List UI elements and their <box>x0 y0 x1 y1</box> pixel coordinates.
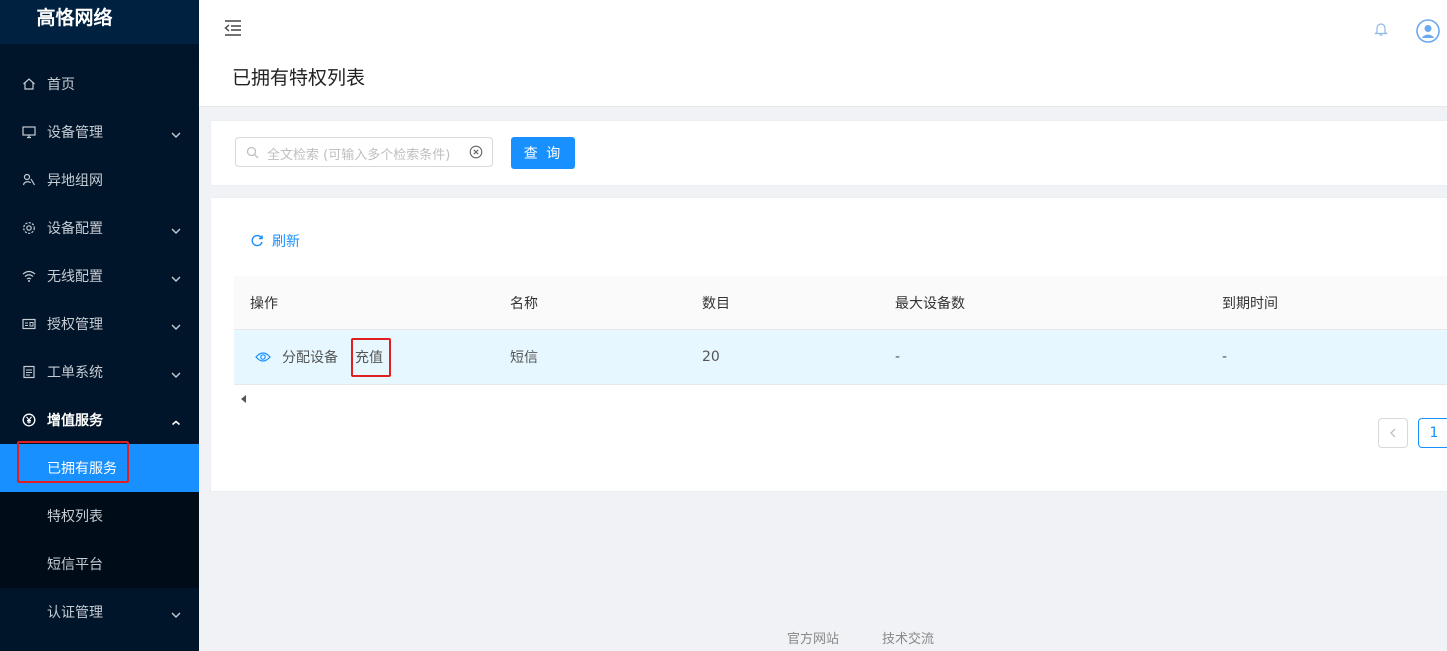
table-header: 操作 名称 数目 最大设备数 到期时间 <box>234 276 1447 330</box>
sidebar-item-value-added-services[interactable]: 增值服务 <box>0 396 199 444</box>
chevron-down-icon <box>171 223 181 239</box>
sidebar-item-label: 设备配置 <box>47 221 103 237</box>
search-input[interactable]: 全文检索 (可输入多个检索条件) <box>235 137 493 167</box>
sidebar-item-label: 设备管理 <box>47 125 103 141</box>
auth-icon <box>22 605 36 619</box>
sidebar-item-label: 工单系统 <box>47 365 103 381</box>
table-row: 分配设备 充值 短信 20 - - <box>234 330 1447 385</box>
sidebar-item-device-config[interactable]: 设备配置 <box>0 204 199 252</box>
sidebar-item-label: 增值服务 <box>47 413 103 429</box>
footer-link-tech-exchange[interactable]: 技术交流 <box>882 628 934 647</box>
query-button[interactable]: 查 询 <box>511 137 575 169</box>
sidebar-item-device-management[interactable]: 设备管理 <box>0 108 199 156</box>
search-placeholder: 全文检索 (可输入多个检索条件) <box>267 148 451 163</box>
column-header: 操作 <box>250 295 278 312</box>
highlight-box <box>17 441 129 483</box>
refresh-button[interactable]: 刷新 <box>250 231 300 251</box>
cell-count: 20 <box>702 349 720 365</box>
top-header <box>199 0 1447 60</box>
scroll-left-arrow-icon[interactable] <box>241 391 247 407</box>
home-icon <box>22 77 36 91</box>
search-card: 全文检索 (可输入多个检索条件) 查 询 <box>210 120 1447 186</box>
cell-max-devices: - <box>895 349 901 365</box>
column-header: 到期时间 <box>1222 295 1278 312</box>
sidebar-menu: 首页 设备管理 异地组网 设备配置 无线配置 授权管理 工单系统 增值服务 已拥… <box>0 60 199 636</box>
gear-icon <box>22 221 36 235</box>
column-header: 数目 <box>702 295 730 312</box>
sidebar-item-label: 无线配置 <box>47 269 103 285</box>
yen-icon <box>22 413 36 427</box>
chevron-down-icon <box>171 607 181 623</box>
sidebar-item-wireless-config[interactable]: 无线配置 <box>0 252 199 300</box>
sidebar-item-label: 异地组网 <box>47 173 103 189</box>
view-icon[interactable] <box>255 330 271 384</box>
clear-icon[interactable] <box>469 145 483 163</box>
chevron-left-icon <box>1390 428 1396 438</box>
user-avatar-icon[interactable] <box>1416 19 1440 47</box>
column-header: 最大设备数 <box>895 295 965 312</box>
sidebar-item-home[interactable]: 首页 <box>0 60 199 108</box>
sidebar-item-sms-platform[interactable]: 短信平台 <box>0 540 199 588</box>
pagination-page-1[interactable]: 1 <box>1418 418 1447 448</box>
chevron-up-icon <box>171 415 181 431</box>
bell-icon[interactable] <box>1374 21 1388 41</box>
wifi-icon <box>22 269 36 283</box>
refresh-label: 刷新 <box>272 234 300 250</box>
chevron-down-icon <box>171 367 181 383</box>
sidebar-item-label: 首页 <box>47 77 75 93</box>
network-icon <box>22 173 36 187</box>
highlight-box <box>351 338 391 377</box>
assign-device-link[interactable]: 分配设备 <box>282 330 338 384</box>
id-card-icon <box>22 317 36 331</box>
page-header: 已拥有特权列表 <box>199 60 1447 107</box>
cell-expire: - <box>1222 349 1228 365</box>
search-icon <box>246 146 259 163</box>
footer: 官方网站 技术交流 <box>199 628 1447 648</box>
sidebar-item-label: 短信平台 <box>47 557 103 573</box>
chevron-down-icon <box>171 127 181 143</box>
column-header: 名称 <box>510 295 538 312</box>
menu-fold-icon[interactable] <box>223 19 243 41</box>
sidebar: 高恪网络 首页 设备管理 异地组网 设备配置 无线配置 授权管理 工单系统 增值… <box>0 0 199 651</box>
sidebar-item-remote-network[interactable]: 异地组网 <box>0 156 199 204</box>
sidebar-item-label: 认证管理 <box>47 605 103 621</box>
sidebar-item-ticket-system[interactable]: 工单系统 <box>0 348 199 396</box>
cell-name: 短信 <box>510 350 538 366</box>
monitor-icon <box>22 125 36 139</box>
chevron-down-icon <box>171 271 181 287</box>
sidebar-item-privilege-list[interactable]: 特权列表 <box>0 492 199 540</box>
refresh-icon <box>251 234 263 247</box>
ticket-icon <box>22 365 36 379</box>
sidebar-item-label: 授权管理 <box>47 317 103 333</box>
sidebar-item-auth-management[interactable]: 认证管理 <box>0 588 199 636</box>
chevron-down-icon <box>171 319 181 335</box>
logo: 高恪网络 <box>0 0 199 44</box>
pagination-prev-button[interactable] <box>1378 418 1408 448</box>
page-title: 已拥有特权列表 <box>232 67 366 89</box>
table-card: 刷新 操作 名称 数目 最大设备数 到期时间 分配设备 充值 短信 20 - -… <box>210 197 1447 492</box>
sidebar-item-label: 特权列表 <box>47 509 103 525</box>
app-title: 高恪网络 <box>36 7 113 29</box>
footer-link-official-site[interactable]: 官方网站 <box>787 628 839 647</box>
sidebar-item-license-management[interactable]: 授权管理 <box>0 300 199 348</box>
